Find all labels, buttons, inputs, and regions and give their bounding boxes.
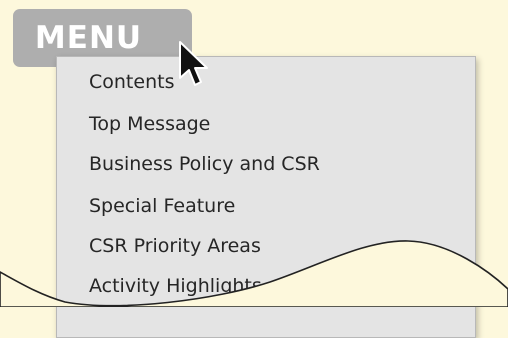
menu-item-special-feature[interactable]: Special Feature — [89, 195, 235, 217]
menu-button-label: MENU — [34, 20, 143, 56]
menu-item-top-message[interactable]: Top Message — [89, 113, 210, 135]
menu-item-csr-priority-areas[interactable]: CSR Priority Areas — [89, 235, 261, 257]
mouse-pointer-icon — [179, 41, 208, 86]
menu-item-contents[interactable]: Contents — [89, 71, 174, 93]
menu-item-activity-highlights[interactable]: Activity Highlights — [89, 275, 262, 297]
menu-item-business-policy[interactable]: Business Policy and CSR — [89, 153, 320, 175]
dropdown-menu: Contents Top Message Business Policy and… — [56, 56, 476, 338]
